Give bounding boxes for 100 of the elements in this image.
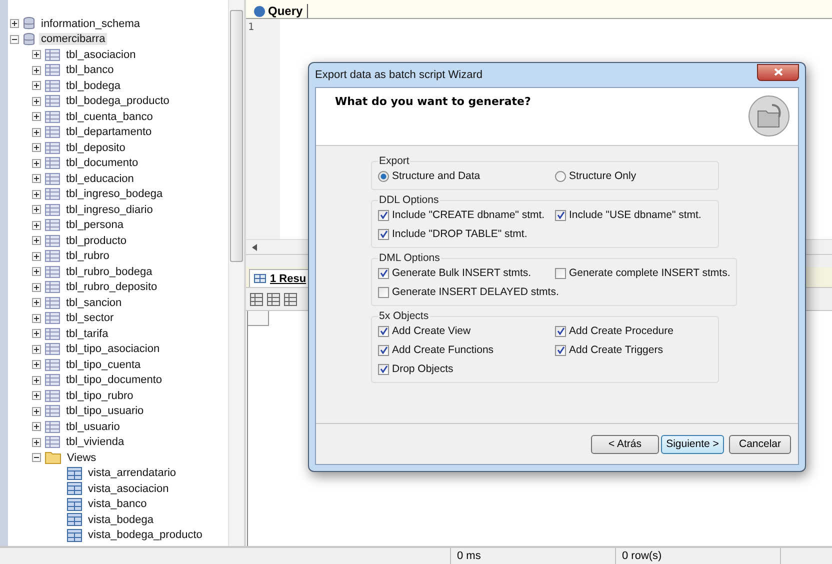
query-tab[interactable]: Query bbox=[250, 4, 308, 18]
table-icon bbox=[45, 110, 60, 123]
expand-icon[interactable] bbox=[32, 422, 41, 432]
checkbox[interactable] bbox=[555, 344, 566, 356]
checkbox[interactable] bbox=[378, 364, 389, 374]
wizard-button[interactable]: < Atrás bbox=[591, 434, 659, 454]
expand-icon[interactable] bbox=[32, 128, 41, 137]
table-icon bbox=[45, 234, 60, 247]
tree-item[interactable]: vista_banco bbox=[86, 498, 149, 510]
tree-item[interactable]: Views bbox=[65, 452, 98, 464]
tree-item[interactable]: tbl_rubro_bodega bbox=[64, 266, 154, 278]
checkbox[interactable] bbox=[555, 326, 566, 336]
expand-icon[interactable] bbox=[32, 205, 41, 214]
checkbox[interactable] bbox=[378, 228, 389, 240]
tree-item[interactable]: tbl_rubro bbox=[64, 250, 112, 262]
tree-item[interactable]: tbl_rubro_deposito bbox=[64, 281, 160, 294]
checkbox-label: Add Create Functions bbox=[392, 344, 494, 356]
collapse-icon[interactable] bbox=[32, 453, 41, 462]
grid-tool-icon[interactable] bbox=[267, 292, 280, 306]
tree-item[interactable]: tbl_tipo_rubro bbox=[64, 390, 136, 402]
close-icon[interactable] bbox=[774, 68, 782, 76]
tree-item[interactable]: vista_arrendatario bbox=[86, 467, 178, 480]
scrollbar[interactable] bbox=[228, 0, 244, 546]
expand-icon[interactable] bbox=[32, 252, 41, 261]
grid-tool-icon[interactable] bbox=[250, 292, 263, 306]
tree-item[interactable]: tbl_documento bbox=[64, 157, 140, 170]
table-icon bbox=[45, 420, 60, 433]
expand-icon[interactable] bbox=[32, 112, 41, 122]
tree-item[interactable]: tbl_producto bbox=[64, 234, 129, 247]
expand-icon[interactable] bbox=[32, 236, 41, 246]
checkbox[interactable] bbox=[555, 268, 566, 278]
tree-item[interactable]: tbl_ingreso_diario bbox=[64, 204, 155, 216]
expand-icon[interactable] bbox=[32, 96, 41, 106]
expand-icon[interactable] bbox=[32, 329, 41, 338]
expand-icon[interactable] bbox=[32, 174, 41, 184]
tree-item[interactable]: tbl_persona bbox=[64, 219, 126, 232]
expand-icon[interactable] bbox=[32, 376, 41, 385]
tree-item[interactable]: vista_bodega_producto bbox=[86, 529, 204, 542]
expand-icon[interactable] bbox=[32, 220, 41, 230]
checkbox[interactable] bbox=[378, 326, 389, 336]
expand-icon[interactable] bbox=[32, 391, 41, 400]
tree-item[interactable]: tbl_vivienda bbox=[64, 436, 126, 448]
tree-item[interactable]: tbl_tipo_usuario bbox=[64, 405, 146, 418]
tree-item[interactable]: tbl_ingreso_bodega bbox=[64, 188, 165, 200]
checkbox[interactable] bbox=[378, 210, 389, 220]
expand-icon[interactable] bbox=[32, 282, 41, 292]
tree-item[interactable]: tbl_tipo_asociacion bbox=[64, 343, 162, 356]
checkbox[interactable] bbox=[378, 286, 389, 298]
expand-icon[interactable] bbox=[32, 406, 41, 416]
database-icon bbox=[23, 32, 35, 46]
tree-item[interactable]: tbl_bodega_producto bbox=[64, 95, 172, 108]
expand-icon[interactable] bbox=[32, 158, 41, 168]
expand-icon[interactable] bbox=[32, 267, 41, 276]
wizard-button[interactable]: Cancelar bbox=[729, 434, 791, 454]
line-number: 1 bbox=[248, 22, 256, 33]
checkbox[interactable] bbox=[378, 268, 389, 278]
expand-icon[interactable] bbox=[32, 66, 41, 75]
table-icon bbox=[45, 204, 60, 216]
tree-item[interactable]: tbl_bodega bbox=[64, 80, 122, 92]
expand-icon[interactable] bbox=[32, 344, 41, 354]
checkbox[interactable] bbox=[378, 344, 389, 356]
expand-icon[interactable] bbox=[10, 19, 19, 28]
tree-item[interactable]: tbl_banco bbox=[64, 64, 116, 76]
wizard-button[interactable]: Siguiente > bbox=[661, 434, 724, 454]
expand-icon[interactable] bbox=[32, 298, 41, 308]
grid-tool-icon[interactable] bbox=[284, 292, 297, 306]
collapse-icon[interactable] bbox=[10, 34, 19, 44]
expand-icon[interactable] bbox=[32, 314, 41, 323]
close-button[interactable] bbox=[757, 64, 799, 80]
tree-item[interactable]: vista_bodega bbox=[86, 514, 156, 526]
tree-item[interactable]: tbl_cuenta_banco bbox=[64, 110, 155, 123]
tree-item[interactable]: tbl_tipo_cuenta bbox=[64, 358, 143, 371]
group-title: Export bbox=[378, 155, 410, 167]
tree-item[interactable]: tbl_sector bbox=[64, 312, 116, 324]
tree-item[interactable]: tbl_usuario bbox=[64, 420, 122, 433]
tree-item[interactable]: tbl_departamento bbox=[64, 126, 154, 138]
checkbox[interactable] bbox=[555, 210, 566, 220]
expand-icon[interactable] bbox=[32, 438, 41, 447]
tree-item[interactable]: tbl_asociacion bbox=[64, 48, 138, 61]
radio-button[interactable] bbox=[555, 170, 566, 182]
tree-item[interactable]: information_schema bbox=[39, 18, 142, 30]
expand-icon[interactable] bbox=[32, 190, 41, 199]
view-icon bbox=[67, 498, 82, 511]
expand-icon[interactable] bbox=[32, 50, 41, 60]
expand-icon[interactable] bbox=[32, 81, 41, 90]
tree-item[interactable]: tbl_deposito bbox=[64, 142, 128, 154]
table-icon bbox=[45, 281, 60, 294]
tree-item[interactable]: tbl_sancion bbox=[64, 296, 124, 309]
tree-item[interactable]: vista_asociacion bbox=[86, 482, 171, 495]
expand-icon[interactable] bbox=[32, 360, 41, 370]
tree-item[interactable]: tbl_tipo_documento bbox=[64, 374, 164, 386]
tree-item[interactable]: tbl_educacion bbox=[64, 172, 136, 185]
tree-item[interactable]: comercibarra bbox=[39, 33, 108, 46]
table-icon bbox=[45, 296, 60, 309]
scroll-left-icon[interactable] bbox=[252, 244, 257, 250]
table-icon bbox=[45, 312, 60, 324]
radio-button[interactable] bbox=[378, 170, 389, 182]
tree-item[interactable]: tbl_tarifa bbox=[64, 328, 110, 340]
expand-icon[interactable] bbox=[32, 143, 41, 152]
checkbox-label: Add Create View bbox=[392, 325, 471, 337]
